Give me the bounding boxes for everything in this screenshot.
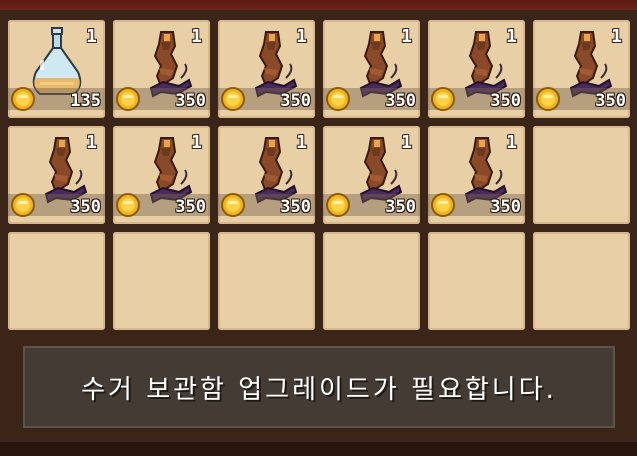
upgrade-notice-text: 수거 보관함 업그레이드가 필요합니다. bbox=[81, 374, 557, 405]
inventory-slot-wooden-idol[interactable]: 350 1 bbox=[113, 126, 210, 224]
item-price: 350 bbox=[70, 197, 101, 217]
item-quantity: 1 bbox=[506, 26, 517, 47]
item-price: 350 bbox=[280, 197, 311, 217]
item-quantity: 1 bbox=[401, 132, 412, 153]
bottom-border bbox=[0, 442, 637, 456]
item-quantity: 1 bbox=[191, 132, 202, 153]
storage-grid: 135 1 350 1 350 1 350 1 350 1 350 1 350 1 350 1 350 1 350 1… bbox=[8, 20, 630, 330]
item-price: 350 bbox=[490, 197, 521, 217]
item-quantity: 1 bbox=[86, 132, 97, 153]
item-price: 350 bbox=[385, 91, 416, 111]
gold-coin-icon bbox=[220, 192, 246, 218]
inventory-slot-wooden-idol[interactable]: 350 1 bbox=[428, 126, 525, 224]
inventory-slot-wooden-idol[interactable]: 350 1 bbox=[218, 126, 315, 224]
inventory-slot-wooden-idol[interactable]: 350 1 bbox=[113, 20, 210, 118]
gold-coin-icon bbox=[325, 86, 351, 112]
item-quantity: 1 bbox=[86, 26, 97, 47]
item-quantity: 1 bbox=[401, 26, 412, 47]
item-price: 350 bbox=[175, 197, 206, 217]
gold-coin-icon bbox=[430, 192, 456, 218]
inventory-slot-wooden-idol[interactable]: 350 1 bbox=[323, 20, 420, 118]
item-quantity: 1 bbox=[191, 26, 202, 47]
inventory-slot-wooden-idol[interactable]: 350 1 bbox=[218, 20, 315, 118]
gold-coin-icon bbox=[535, 86, 561, 112]
inventory-slot-wooden-idol[interactable]: 350 1 bbox=[323, 126, 420, 224]
gold-coin-icon bbox=[220, 86, 246, 112]
gold-coin-icon bbox=[10, 192, 36, 218]
item-quantity: 1 bbox=[296, 26, 307, 47]
item-price: 135 bbox=[70, 91, 101, 111]
gold-coin-icon bbox=[115, 192, 141, 218]
inventory-slot-empty[interactable] bbox=[533, 232, 630, 330]
upgrade-notice: 수거 보관함 업그레이드가 필요합니다. bbox=[23, 346, 615, 428]
item-quantity: 1 bbox=[506, 132, 517, 153]
inventory-slot-empty[interactable] bbox=[113, 232, 210, 330]
gold-coin-icon bbox=[115, 86, 141, 112]
inventory-slot-empty[interactable] bbox=[8, 232, 105, 330]
item-price: 350 bbox=[175, 91, 206, 111]
item-quantity: 1 bbox=[296, 132, 307, 153]
item-price: 350 bbox=[385, 197, 416, 217]
gold-coin-icon bbox=[430, 86, 456, 112]
inventory-slot-empty[interactable] bbox=[218, 232, 315, 330]
inventory-slot-wooden-idol[interactable]: 350 1 bbox=[428, 20, 525, 118]
gold-coin-icon bbox=[325, 192, 351, 218]
item-price: 350 bbox=[595, 91, 626, 111]
inventory-slot-empty[interactable] bbox=[323, 232, 420, 330]
gold-coin-icon bbox=[10, 86, 36, 112]
inventory-slot-potion-flask[interactable]: 135 1 bbox=[8, 20, 105, 118]
inventory-slot-wooden-idol[interactable]: 350 1 bbox=[8, 126, 105, 224]
item-price: 350 bbox=[490, 91, 521, 111]
inventory-slot-empty[interactable] bbox=[428, 232, 525, 330]
item-price: 350 bbox=[280, 91, 311, 111]
inventory-slot-empty[interactable] bbox=[533, 126, 630, 224]
item-quantity: 1 bbox=[611, 26, 622, 47]
inventory-slot-wooden-idol[interactable]: 350 1 bbox=[533, 20, 630, 118]
top-border bbox=[0, 0, 637, 10]
